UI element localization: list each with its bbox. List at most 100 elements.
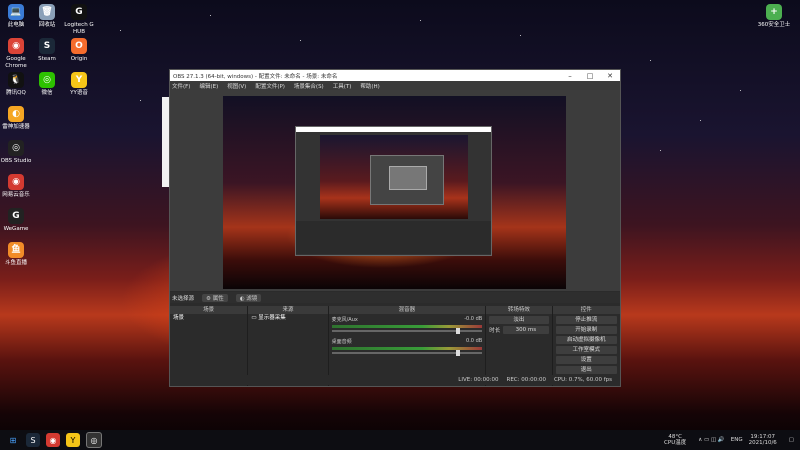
desktop-icon-label: Logitech G HUB [64, 22, 94, 35]
app-icon: Y [71, 72, 87, 88]
desktop-icon-label: OBS Studio [0, 158, 32, 164]
system-tray: 48°C CPU温度 ∧ ▭ ◫ 🔊 ENG 19:17:07 2021/10/6 … [664, 430, 800, 450]
duration-input[interactable]: 300 ms [503, 326, 549, 334]
yy-icon[interactable]: Y [66, 433, 80, 447]
desktop-icon[interactable]: G Logitech G HUB [61, 4, 97, 36]
windows-start-icon[interactable]: ⊞ [6, 433, 20, 447]
desktop-icon[interactable]: G WeGame [0, 208, 34, 233]
scenes-dock: 场景 场景 +− ∧∨ [170, 306, 249, 386]
desktop-icon[interactable]: ◐ 雷神加速器 [0, 106, 34, 131]
docks: 场景 场景 +− ∧∨ 来源 ▭ 显示器采集 +− ⚙ ∧∨ 混音器 麦克风/A… [170, 306, 620, 386]
desktop-icon-label: 回收站 [38, 22, 56, 28]
menu-file[interactable]: 文件(F) [172, 82, 190, 90]
nested-obs-window [295, 126, 492, 256]
controls-header: 控件 [552, 306, 620, 314]
desktop-icon[interactable]: O Origin [61, 38, 97, 63]
app-icon: O [71, 38, 87, 54]
desktop-icon-label: YY语音 [70, 90, 88, 96]
menu-scene-collection[interactable]: 场景集合(S) [294, 82, 324, 90]
app-icon: 💻 [8, 4, 24, 20]
close-icon[interactable]: ✕ [600, 72, 620, 80]
studio-mode-button[interactable]: 工作室模式 [555, 346, 617, 354]
mixer-channel: 桌面音频 0.0 dB [329, 336, 486, 358]
desktop-icon-label: 雷神加速器 [2, 124, 30, 130]
desktop-icon[interactable]: 鱼斗鱼直播 [0, 242, 34, 267]
obs-window[interactable]: OBS 27.1.3 (64-bit, windows) - 配置文件: 未命名… [169, 69, 621, 387]
app-icon: ◎ [39, 72, 55, 88]
app-icon: ◎ [8, 140, 24, 156]
maximize-icon[interactable]: □ [580, 72, 600, 80]
desktop-icon-label: Origin [70, 56, 88, 62]
source-toolbar: 未选择源 ⚙ 属性 ◐ 滤镜 [170, 292, 620, 303]
properties-button[interactable]: ⚙ 属性 [202, 293, 228, 302]
no-source-selected-label: 未选择源 [172, 295, 195, 302]
duration-label: 时长 [489, 328, 501, 334]
desktop-icon-label: Steam [38, 56, 56, 62]
app-icon: ◉ [8, 174, 24, 190]
desktop-icon[interactable]: ◎ OBS Studio [0, 140, 34, 165]
menu-edit[interactable]: 编辑(E) [199, 82, 218, 90]
obs-menubar: 文件(F) 编辑(E) 视图(V) 配置文件(P) 场景集合(S) 工具(T) … [170, 81, 620, 90]
desktop-icon[interactable]: +360安全卫士 [756, 4, 792, 29]
transition-select[interactable]: 淡出 [489, 316, 549, 324]
cpu-temp: 48°C CPU温度 [664, 434, 687, 446]
filters-button[interactable]: ◐ 滤镜 [235, 293, 262, 302]
desktop-icon[interactable]: 🗑 回收站 [29, 4, 65, 29]
menu-tools[interactable]: 工具(T) [333, 82, 352, 90]
app-icon: ◐ [8, 106, 24, 122]
desktop-icon-label: 斗鱼直播 [4, 260, 27, 266]
menu-profile[interactable]: 配置文件(P) [255, 82, 285, 90]
transitions-header: 转场特效 [486, 306, 552, 314]
preview-canvas [223, 96, 566, 289]
live-status: LIVE: 00:00:00 [458, 377, 499, 383]
stop-streaming-button[interactable]: 停止推流 [555, 316, 617, 324]
source-item[interactable]: ▭ 显示器采集 [248, 314, 327, 322]
virtual-camera-button[interactable]: 启动虚拟摄像机 [555, 336, 617, 344]
sources-header: 来源 [248, 306, 328, 314]
scenes-header: 场景 [170, 306, 248, 314]
settings-button[interactable]: 设置 [555, 356, 617, 364]
desktop-icon[interactable]: Y YY语音 [61, 72, 97, 97]
notification-icon[interactable]: ▢ [789, 437, 794, 443]
app-icon: 🗑 [39, 4, 55, 20]
obs-taskbar-icon[interactable]: ◎ [86, 432, 102, 448]
rec-status: REC: 00:00:00 [506, 377, 546, 383]
controls-dock: 控件 停止推流 开始录制 启动虚拟摄像机 工作室模式 设置 退出 [552, 306, 620, 386]
scene-item[interactable]: 场景 [170, 314, 247, 322]
status-bar: LIVE: 00:00:00 REC: 00:00:00 CPU: 0.7%, … [170, 375, 620, 385]
app-icon: G [71, 4, 87, 20]
input-language[interactable]: ENG [731, 437, 743, 443]
cpu-status: CPU: 0.7%, 60.00 fps [553, 377, 612, 383]
desktop-icon-label: WeGame [3, 226, 29, 232]
taskbar: ⊞ S ◉ Y ◎ 48°C CPU温度 ∧ ▭ ◫ 🔊 ENG 19:17:07… [0, 430, 800, 450]
minimize-icon[interactable]: – [560, 72, 580, 80]
desktop-icon[interactable]: ◉ 网易云音乐 [0, 174, 34, 199]
steam-icon[interactable]: S [26, 433, 40, 447]
volume-fader[interactable] [331, 328, 483, 334]
preview-area[interactable] [170, 90, 620, 291]
obs-titlebar[interactable]: OBS 27.1.3 (64-bit, windows) - 配置文件: 未命名… [170, 70, 620, 81]
app-icon: ◉ [8, 38, 24, 54]
desktop-icon-label: 微信 [41, 90, 53, 96]
mixer-header: 混音器 [328, 306, 486, 314]
menu-help[interactable]: 帮助(H) [360, 82, 379, 90]
desktop-icon-label: 360安全卫士 [757, 22, 791, 28]
volume-fader[interactable] [331, 350, 483, 356]
start-recording-button[interactable]: 开始录制 [555, 326, 617, 334]
desktop-icon-label: 网易云音乐 [2, 192, 30, 198]
app-icon: 🐧 [8, 72, 24, 88]
desktop-icon[interactable]: S Steam [29, 38, 65, 63]
app-icon: S [39, 38, 55, 54]
obs-window-title: OBS 27.1.3 (64-bit, windows) - 配置文件: 未命名… [173, 73, 338, 80]
transitions-dock: 转场特效 淡出 时长 300 ms [486, 306, 553, 386]
desktop-icon[interactable]: ◎ 微信 [29, 72, 65, 97]
menu-view[interactable]: 视图(V) [227, 82, 246, 90]
app-icon: G [8, 208, 24, 224]
exit-button[interactable]: 退出 [555, 366, 617, 374]
app-icon: + [766, 4, 782, 20]
clock[interactable]: 19:17:07 2021/10/6 [749, 434, 783, 446]
tray-icons[interactable]: ∧ ▭ ◫ 🔊 [698, 437, 725, 443]
sources-dock: 来源 ▭ 显示器采集 +− ⚙ ∧∨ [248, 306, 329, 386]
app-icon: 鱼 [8, 242, 24, 258]
netease-music-icon[interactable]: ◉ [46, 433, 60, 447]
